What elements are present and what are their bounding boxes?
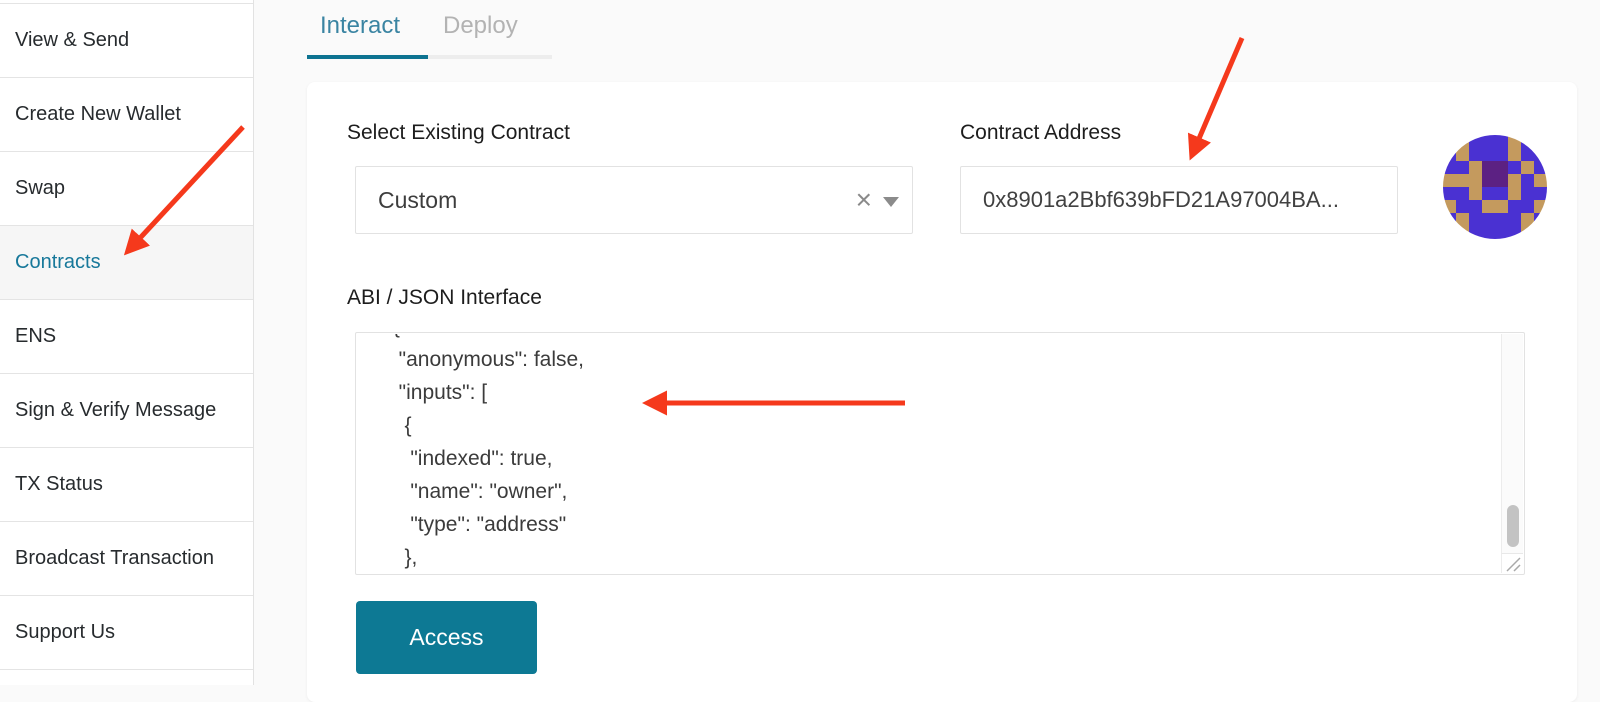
chevron-down-icon[interactable] <box>883 197 899 207</box>
sidebar-item-support-us[interactable]: Support Us <box>0 596 253 670</box>
sidebar-item-label: ENS <box>15 325 56 348</box>
sidebar-item-contracts[interactable]: Contracts <box>0 226 253 300</box>
sidebar-item-label: Swap <box>15 177 65 200</box>
abi-scrollbar-thumb[interactable] <box>1507 505 1519 547</box>
page: View & Send Create New Wallet Swap Contr… <box>0 0 1600 685</box>
access-button[interactable]: Access <box>356 601 537 674</box>
sidebar-item-create-new-wallet[interactable]: Create New Wallet <box>0 78 253 152</box>
sidebar-item-label: Contracts <box>15 251 101 274</box>
contract-address-input[interactable] <box>960 166 1398 234</box>
sidebar-item-view-send[interactable]: View & Send <box>0 4 253 78</box>
tab-inactive-indicator <box>428 55 552 59</box>
clear-selection-icon[interactable]: × <box>856 167 872 233</box>
sidebar: View & Send Create New Wallet Swap Contr… <box>0 0 254 685</box>
sidebar-list: View & Send Create New Wallet Swap Contr… <box>0 3 253 670</box>
sidebar-item-broadcast-transaction[interactable]: Broadcast Transaction <box>0 522 253 596</box>
sidebar-item-label: Sign & Verify Message <box>15 399 216 422</box>
sidebar-item-swap[interactable]: Swap <box>0 152 253 226</box>
select-existing-contract-label: Select Existing Contract <box>347 121 570 145</box>
tab-active-indicator <box>307 55 428 59</box>
abi-text-viewport: { "anonymous": false, "inputs": [ { "ind… <box>357 334 1500 573</box>
abi-text-content: { "anonymous": false, "inputs": [ { "ind… <box>357 334 1500 573</box>
contract-address-label: Contract Address <box>960 121 1121 145</box>
tab-deploy[interactable]: Deploy <box>443 12 518 40</box>
sidebar-item-label: TX Status <box>15 473 103 496</box>
sidebar-item-label: Support Us <box>15 621 115 644</box>
sidebar-item-label: Create New Wallet <box>15 103 181 126</box>
sidebar-item-label: View & Send <box>15 29 129 52</box>
contract-interact-card: Select Existing Contract Custom × Contra… <box>307 82 1577 702</box>
resize-grip-icon[interactable] <box>1501 553 1523 573</box>
sidebar-item-tx-status[interactable]: TX Status <box>0 448 253 522</box>
sidebar-item-label: Broadcast Transaction <box>15 547 214 570</box>
abi-scrollbar-track[interactable] <box>1501 334 1523 553</box>
tab-interact[interactable]: Interact <box>320 12 400 40</box>
address-identicon <box>1443 135 1547 239</box>
sidebar-item-ens[interactable]: ENS <box>0 300 253 374</box>
dropdown-selected-value: Custom <box>378 167 457 233</box>
abi-json-interface-label: ABI / JSON Interface <box>347 286 542 310</box>
sidebar-item-sign-verify-message[interactable]: Sign & Verify Message <box>0 374 253 448</box>
abi-json-textarea[interactable]: { "anonymous": false, "inputs": [ { "ind… <box>355 332 1525 575</box>
select-existing-contract-dropdown[interactable]: Custom × <box>355 166 913 234</box>
